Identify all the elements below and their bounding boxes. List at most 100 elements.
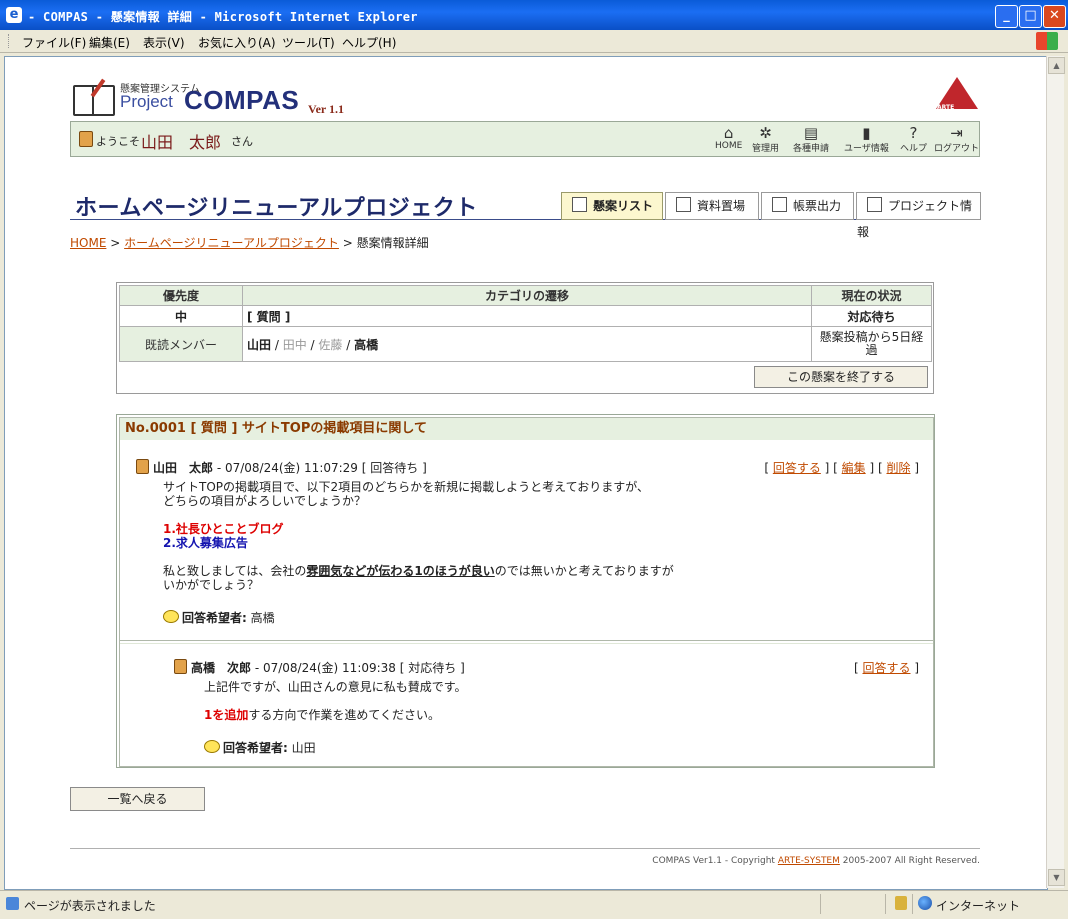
tab-report-output-label: 帳票出力 bbox=[793, 199, 842, 213]
nav-requests-label: 各種申請 bbox=[793, 144, 830, 154]
list-icon bbox=[572, 197, 587, 212]
menu-favorites[interactable]: お気に入り(A) bbox=[198, 34, 276, 51]
nav-home[interactable]: ⌂ HOME bbox=[715, 125, 742, 151]
document-icon: ▤ bbox=[803, 124, 819, 142]
post-body-line: どちらの項目がよろしいでしょうか？ bbox=[163, 494, 367, 508]
nav-requests[interactable]: ▤ 各種申請 bbox=[793, 125, 829, 154]
welcome-prefix: ようこそ bbox=[96, 135, 140, 148]
maximize-button[interactable]: □ bbox=[1019, 5, 1042, 28]
nav-user-info-label: ユーザ情報 bbox=[844, 144, 889, 154]
nav-admin[interactable]: ✲ 管理用 bbox=[752, 125, 779, 154]
gear-icon: ✲ bbox=[759, 124, 772, 142]
user-icon bbox=[79, 131, 93, 147]
reply-requested: 回答希望者: 山田 bbox=[204, 740, 316, 755]
back-to-list-button[interactable]: 一覧へ戻る bbox=[70, 787, 205, 811]
nav-help[interactable]: ? ヘルプ bbox=[900, 125, 927, 154]
tab-documents[interactable]: 資料置場 bbox=[665, 192, 759, 220]
menu-help[interactable]: ヘルプ(H) bbox=[342, 34, 396, 51]
tab-project-info[interactable]: プロジェクト情報 bbox=[856, 192, 981, 239]
nav-logout[interactable]: ⇥ ログアウト bbox=[934, 125, 979, 154]
edit-link[interactable]: 編集 bbox=[842, 461, 866, 475]
nav-user-info[interactable]: ▮ ユーザ情報 bbox=[844, 125, 889, 154]
status-separator bbox=[912, 894, 913, 914]
welcome-suffix: さん bbox=[231, 135, 253, 148]
breadcrumb-current: 懸案情報詳細 bbox=[356, 236, 429, 250]
thread-inner: No.0001 [ 質問 ] サイトTOPの掲載項目に関して 山田 太郎 - 0… bbox=[119, 417, 934, 767]
reply-divider bbox=[120, 640, 933, 644]
header-priority: 優先度 bbox=[119, 285, 243, 306]
tab-documents-label: 資料置場 bbox=[697, 199, 746, 213]
menu-bar: ファイル(F) 編集(E) 表示(V) お気に入り(A) ツール(T) ヘルプ(… bbox=[0, 30, 1068, 53]
member-unread: 佐藤 bbox=[318, 337, 343, 352]
reply-body-line: 上記件ですが、山田さんの意見に私も賛成です。 bbox=[204, 680, 467, 694]
tab-issue-list[interactable]: 懸案リスト bbox=[561, 192, 663, 220]
speech-bubble-icon bbox=[204, 740, 220, 753]
post-option: 1.社長ひとことブログ bbox=[163, 522, 284, 536]
user-icon bbox=[136, 459, 149, 474]
welcome-bar: ようこそ 山田 太郎 さん ⌂ HOME ✲ 管理用 ▤ 各種申請 ▮ ユーザ情報 ? ヘ… bbox=[70, 121, 980, 157]
footer-rights: 2005-2007 All Right Reserved. bbox=[839, 856, 980, 866]
menu-view[interactable]: 表示(V) bbox=[143, 34, 185, 51]
post-text: 私と致しましては、会社の bbox=[163, 564, 307, 578]
breadcrumb-sep: > bbox=[342, 236, 353, 250]
reply-requested-value: 山田 bbox=[291, 741, 316, 755]
breadcrumb-home[interactable]: HOME bbox=[70, 236, 106, 250]
menu-tools[interactable]: ツール(T) bbox=[282, 34, 335, 51]
page-icon bbox=[6, 897, 19, 910]
tab-report-output[interactable]: 帳票出力 bbox=[761, 192, 854, 220]
reply-link[interactable]: 回答する bbox=[862, 661, 910, 675]
menu-file[interactable]: ファイル(F) bbox=[22, 34, 86, 51]
ie-icon: e bbox=[6, 7, 22, 23]
header-state: 現在の状況 bbox=[811, 285, 932, 306]
nav-home-label: HOME bbox=[715, 141, 743, 151]
post-meta: - 07/08/24(金) 11:07:29 [ 回答待ち ] bbox=[213, 461, 427, 475]
scroll-down-icon[interactable]: ▼ bbox=[1048, 869, 1065, 886]
delete-link[interactable]: 削除 bbox=[886, 461, 910, 475]
status-text: ページが表示されました bbox=[24, 899, 156, 913]
scroll-up-icon[interactable]: ▲ bbox=[1048, 57, 1065, 74]
home-icon: ⌂ bbox=[723, 124, 734, 142]
footer-copyright: COMPAS Ver1.1 - Copyright bbox=[652, 856, 778, 866]
post-body-line: サイトTOPの掲載項目で、以下2項目のどちらかを新規に掲載しようと考えております… bbox=[163, 480, 649, 494]
status-separator bbox=[885, 894, 886, 914]
reply-text: する方向で作業を進めてください。 bbox=[248, 708, 441, 722]
window-title: - COMPAS - 懸案情報 詳細 - Microsoft Internet … bbox=[28, 10, 418, 24]
issue-status-table: 優先度 カテゴリの遷移 現在の状況 中 [ 質問 ] 対応待ち 既読メンバー 山… bbox=[119, 285, 932, 362]
reply-requested: 回答希望者: 高橋 bbox=[163, 610, 275, 625]
close-issue-button[interactable]: この懸案を終了する bbox=[754, 366, 928, 388]
help-icon: ? bbox=[909, 124, 918, 142]
reply-emphasis: 1を追加 bbox=[204, 708, 249, 722]
logo-version: Ver 1.1 bbox=[308, 102, 344, 116]
member-unread: 田中 bbox=[282, 337, 307, 352]
windows-logo-icon bbox=[1036, 32, 1058, 50]
welcome-username: 山田 太郎 bbox=[141, 133, 222, 152]
reply-link[interactable]: 回答する bbox=[773, 461, 821, 475]
post-body-line: いかがでしょう？ bbox=[163, 578, 260, 592]
logo-project: Project bbox=[120, 92, 173, 111]
nav-admin-label: 管理用 bbox=[752, 144, 780, 154]
category-value: [ 質問 ] bbox=[242, 305, 812, 327]
issue-heading: No.0001 [ 質問 ] サイトTOPの掲載項目に関して bbox=[120, 418, 933, 440]
close-button[interactable]: ✕ bbox=[1043, 5, 1066, 28]
folder-icon bbox=[676, 197, 691, 212]
reply-requested-label: 回答希望者: bbox=[182, 611, 247, 625]
vertical-scrollbar[interactable]: ▲ ▼ bbox=[1046, 56, 1065, 888]
post-header: 山田 太郎 - 07/08/24(金) 11:07:29 [ 回答待ち ] bbox=[136, 459, 427, 476]
minimize-button[interactable]: _ bbox=[995, 5, 1018, 28]
issue-thread: No.0001 [ 質問 ] サイトTOPの掲載項目に関して 山田 太郎 - 0… bbox=[116, 414, 935, 768]
priority-value: 中 bbox=[119, 305, 243, 327]
elapsed-line: 懸案投稿から5日経 bbox=[819, 330, 924, 344]
footer: COMPAS Ver1.1 - Copyright ARTE-SYSTEM 20… bbox=[652, 856, 980, 866]
member-read: 高橋 bbox=[354, 337, 379, 352]
elapsed-line: 過 bbox=[865, 343, 878, 357]
state-value: 対応待ち bbox=[811, 305, 932, 327]
info-icon bbox=[867, 197, 882, 212]
breadcrumb-project[interactable]: ホームページリニューアルプロジェクト bbox=[124, 236, 339, 250]
menu-edit[interactable]: 編集(E) bbox=[89, 34, 130, 51]
post-actions: [ 回答する ] [ 編集 ] [ 削除 ] bbox=[764, 461, 919, 475]
post-emphasis: 雰囲気などが伝わる1のほうが良い bbox=[306, 564, 495, 578]
lock-icon bbox=[895, 896, 907, 910]
footer-company-link[interactable]: ARTE-SYSTEM bbox=[778, 856, 840, 866]
member-read: 山田 bbox=[247, 337, 272, 352]
security-zone: インターネット bbox=[936, 899, 1021, 913]
